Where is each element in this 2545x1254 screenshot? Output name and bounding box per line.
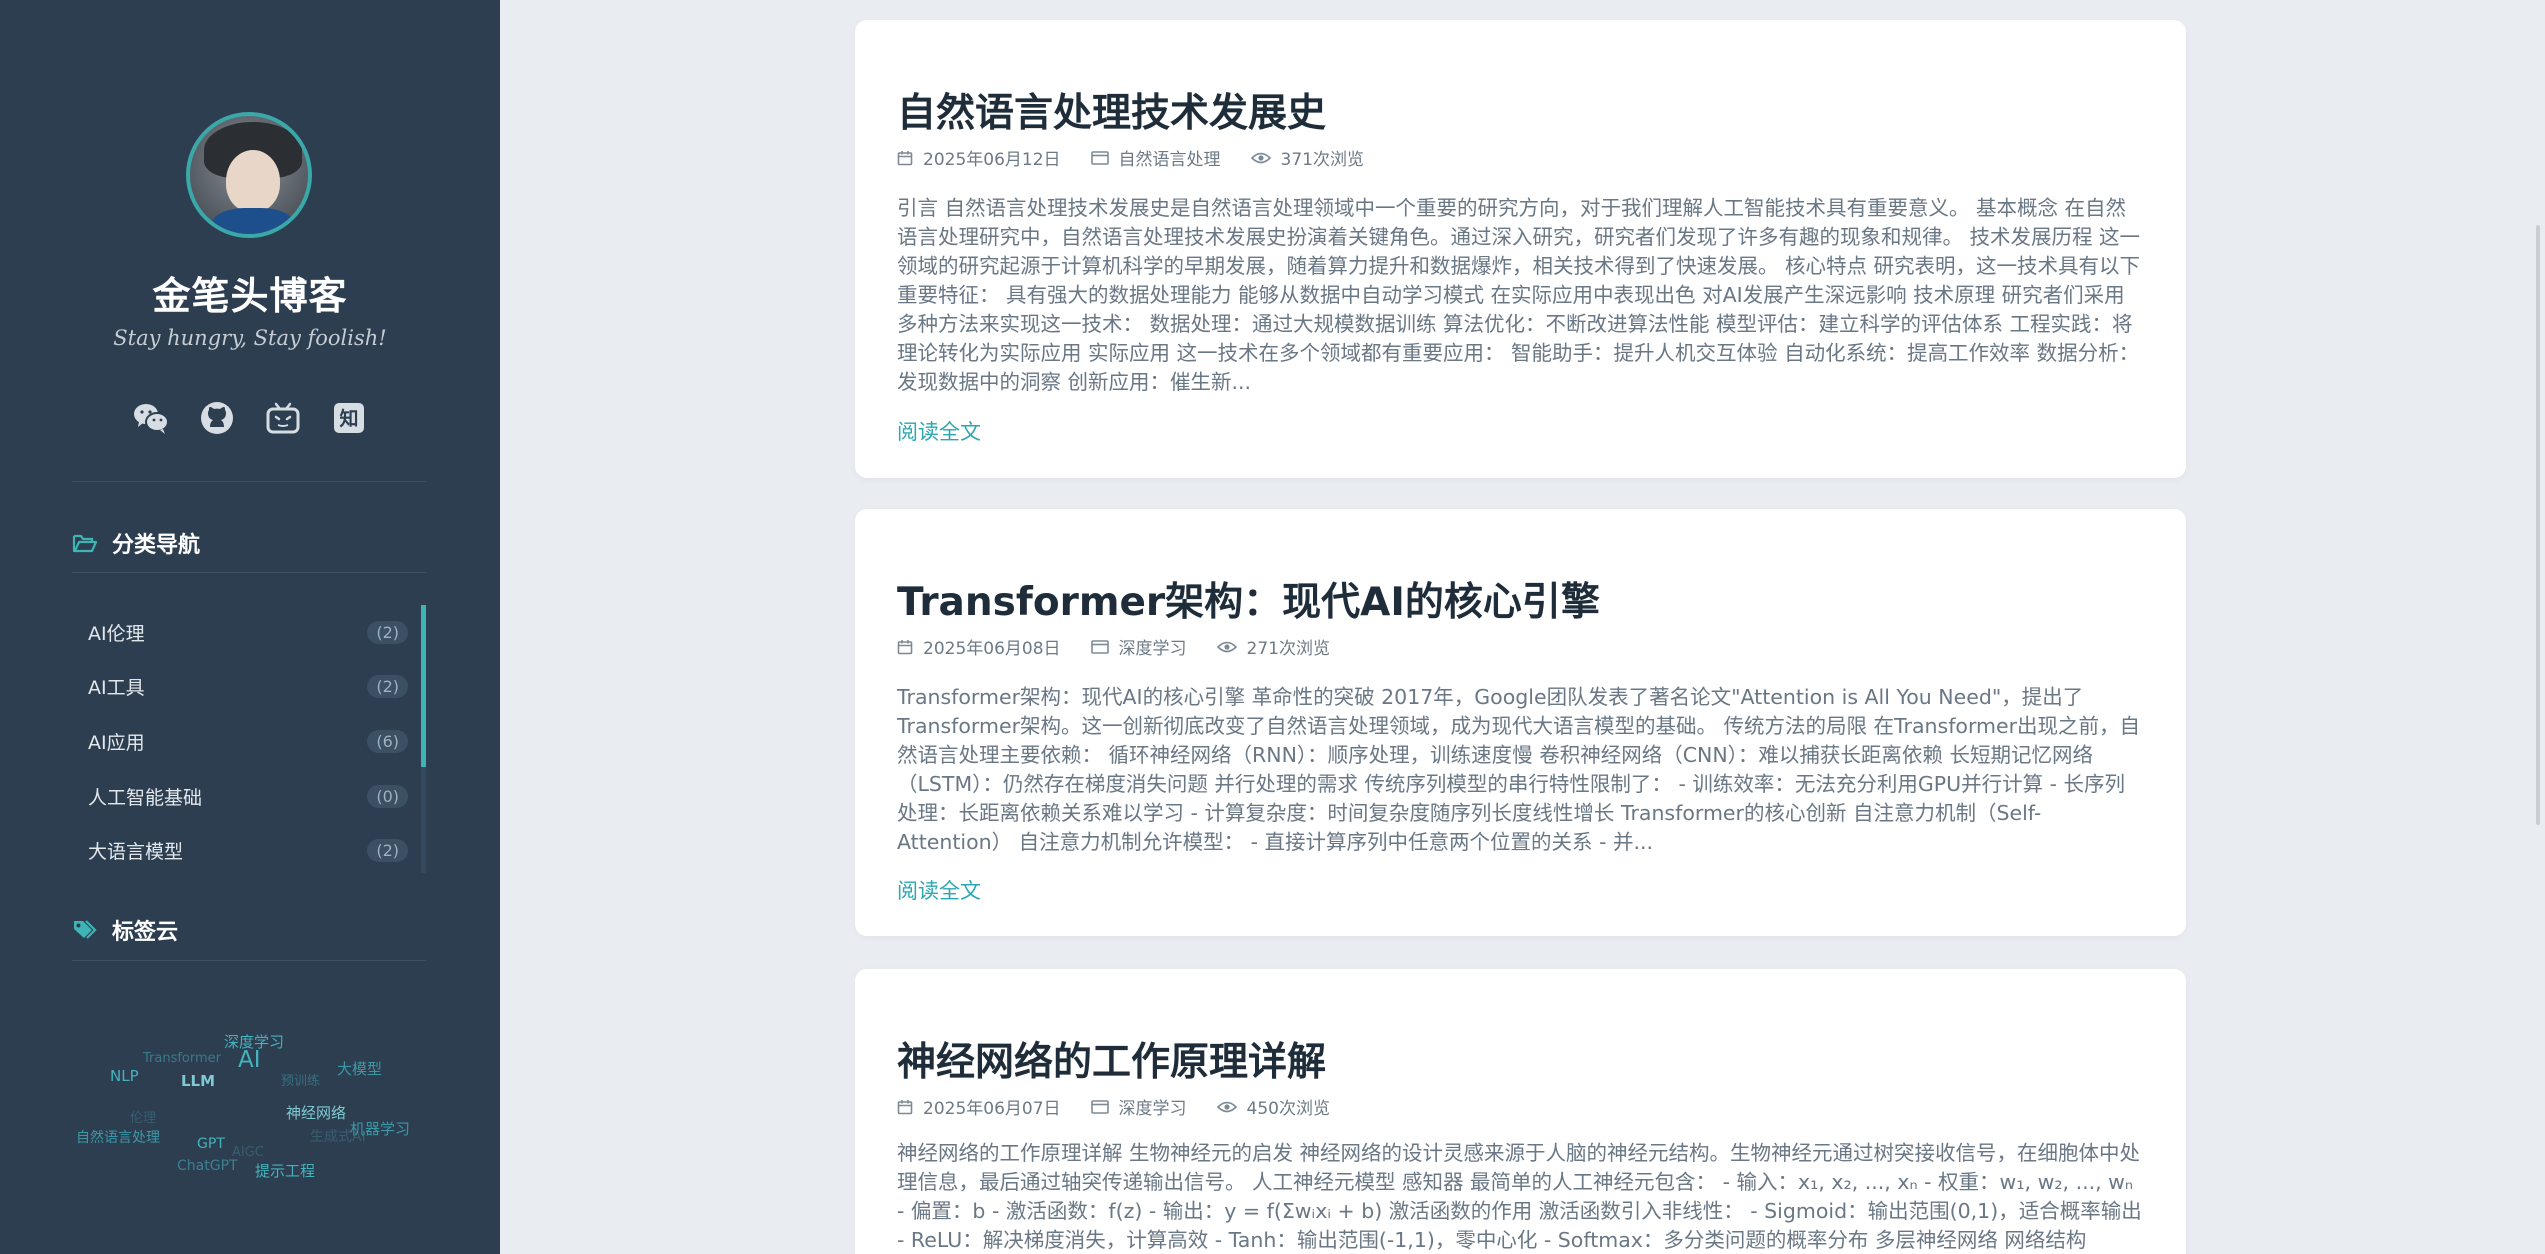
blog-motto: Stay hungry, Stay foolish!: [113, 326, 387, 350]
category-label: 人工智能基础: [88, 786, 203, 809]
page-scrollbar[interactable]: [2530, 0, 2545, 1254]
tag-machine-learning[interactable]: 机器学习: [350, 1118, 410, 1139]
svg-text:知: 知: [339, 407, 358, 430]
category-item-llm[interactable]: 大语言模型 (2): [72, 823, 426, 878]
post-date: 2025年06月12日: [897, 145, 1061, 170]
social-links: 知: [0, 400, 500, 436]
post-card: 自然语言处理技术发展史 2025年06月12日 自然语言处理 371次浏览 引言…: [855, 20, 2186, 478]
tag-ai[interactable]: AI: [238, 1047, 261, 1073]
post-date-text: 2025年06月07日: [923, 1099, 1061, 1119]
tag-llm[interactable]: LLM: [181, 1072, 215, 1090]
post-title[interactable]: Transformer架构：现代AI的核心引擎: [897, 571, 1600, 627]
folder-icon: [1090, 150, 1109, 165]
category-count: (2): [367, 620, 408, 644]
post-category[interactable]: 自然语言处理: [1090, 145, 1221, 170]
category-list: AI伦理 (2) AI工具 (2) AI应用 (6) 人工智能基础 (0) 大语…: [72, 605, 426, 873]
category-label: 大语言模型: [88, 841, 184, 864]
post-views: 271次浏览: [1216, 634, 1330, 659]
category-scrollbar-thumb[interactable]: [421, 605, 426, 767]
categories-heading-label: 分类导航: [112, 533, 201, 558]
post-category-text: 深度学习: [1118, 639, 1187, 659]
read-more-link[interactable]: 阅读全文: [897, 416, 981, 446]
eye-icon: [1216, 641, 1237, 652]
read-more-link[interactable]: 阅读全文: [897, 875, 981, 905]
post-category[interactable]: 深度学习: [1090, 1094, 1187, 1119]
github-icon[interactable]: [199, 400, 235, 436]
folder-open-icon: [72, 534, 98, 553]
post-excerpt: Transformer架构：现代AI的核心引擎 革命性的突破 2017年，Goo…: [897, 685, 2141, 854]
category-item-ai-ethics[interactable]: AI伦理 (2): [72, 605, 426, 660]
tag-neural-network[interactable]: 神经网络: [286, 1102, 346, 1123]
post-date-text: 2025年06月12日: [923, 150, 1061, 170]
category-item-ai-basics[interactable]: 人工智能基础 (0): [72, 769, 426, 824]
bilibili-icon[interactable]: [265, 400, 301, 436]
tag-prompt-engineering[interactable]: 提示工程: [255, 1160, 315, 1181]
category-label: AI应用: [88, 731, 145, 754]
tag-large-model[interactable]: 大模型: [337, 1058, 382, 1079]
eye-icon: [1250, 152, 1271, 163]
post-title[interactable]: 神经网络的工作原理详解: [897, 1031, 1326, 1087]
post-views-text: 271次浏览: [1246, 639, 1330, 659]
calendar-icon: [897, 639, 913, 654]
post-card: Transformer架构：现代AI的核心引擎 2025年06月08日 深度学习…: [855, 509, 2186, 936]
tags-heading: 标签云: [72, 914, 178, 946]
post-views: 371次浏览: [1250, 145, 1364, 170]
sidebar-divider: [72, 960, 426, 961]
post-excerpt: 引言 自然语言处理技术发展史是自然语言处理领域中一个重要的研究方向，对于我们理解…: [897, 196, 2141, 394]
category-scrollbar[interactable]: [421, 605, 426, 873]
categories-heading: 分类导航: [72, 527, 200, 559]
post-date: 2025年06月07日: [897, 1094, 1061, 1119]
folder-icon: [1090, 1099, 1109, 1114]
tag-cloud: 深度学习 Transformer AI NLP LLM 预训练 大模型 伦理 神…: [72, 1020, 426, 1220]
post-category[interactable]: 深度学习: [1090, 634, 1187, 659]
post-excerpt: 神经网络的工作原理详解 生物神经元的启发 神经网络的设计灵感来源于人脑的神经元结…: [897, 1141, 2142, 1252]
category-label: AI伦理: [88, 622, 145, 645]
category-label: AI工具: [88, 677, 145, 700]
category-item-ai-tools[interactable]: AI工具 (2): [72, 660, 426, 715]
post-views-text: 450次浏览: [1246, 1099, 1330, 1119]
category-count: (0): [367, 784, 408, 808]
post-date-text: 2025年06月08日: [923, 639, 1061, 659]
eye-icon: [1216, 1101, 1237, 1112]
tag-nlp[interactable]: NLP: [110, 1067, 139, 1085]
category-count: (6): [367, 729, 408, 753]
tag-gpt[interactable]: GPT: [197, 1136, 225, 1152]
avatar[interactable]: [186, 112, 312, 238]
tag-chatgpt[interactable]: ChatGPT: [177, 1158, 238, 1174]
sidebar-divider: [72, 572, 426, 573]
post-meta: 2025年06月07日 深度学习 450次浏览: [897, 1094, 1360, 1119]
category-item-ai-apps[interactable]: AI应用 (6): [72, 714, 426, 769]
post-title[interactable]: 自然语言处理技术发展史: [897, 82, 1326, 138]
category-count: (2): [367, 839, 408, 863]
post-date: 2025年06月08日: [897, 634, 1061, 659]
category-count: (2): [367, 675, 408, 699]
post-meta: 2025年06月12日 自然语言处理 371次浏览: [897, 145, 1394, 170]
post-category-text: 自然语言处理: [1118, 150, 1221, 170]
post-category-text: 深度学习: [1118, 1099, 1187, 1119]
wechat-icon[interactable]: [133, 400, 169, 436]
tag-ethics[interactable]: 伦理: [130, 1107, 156, 1126]
sidebar: 金笔头博客 Stay hungry, Stay foolish! 知 分类导航 …: [0, 0, 500, 1254]
post-views-text: 371次浏览: [1280, 150, 1364, 170]
tags-icon: [74, 920, 97, 939]
tag-transformer[interactable]: Transformer: [143, 1051, 221, 1066]
post-views: 450次浏览: [1216, 1094, 1330, 1119]
tag-pretraining[interactable]: 预训练: [281, 1070, 320, 1089]
tag-nlp-cn[interactable]: 自然语言处理: [76, 1127, 160, 1147]
zhihu-icon[interactable]: 知: [331, 400, 367, 436]
calendar-icon: [897, 150, 913, 165]
page-scrollbar-thumb[interactable]: [2536, 225, 2540, 825]
tags-heading-label: 标签云: [112, 920, 179, 945]
post-meta: 2025年06月08日 深度学习 271次浏览: [897, 634, 1360, 659]
blog-title[interactable]: 金笔头博客: [0, 265, 500, 320]
post-card: 神经网络的工作原理详解 2025年06月07日 深度学习 450次浏览 神经网络…: [855, 969, 2186, 1254]
calendar-icon: [897, 1099, 913, 1114]
sidebar-divider: [72, 481, 426, 482]
folder-icon: [1090, 639, 1109, 654]
